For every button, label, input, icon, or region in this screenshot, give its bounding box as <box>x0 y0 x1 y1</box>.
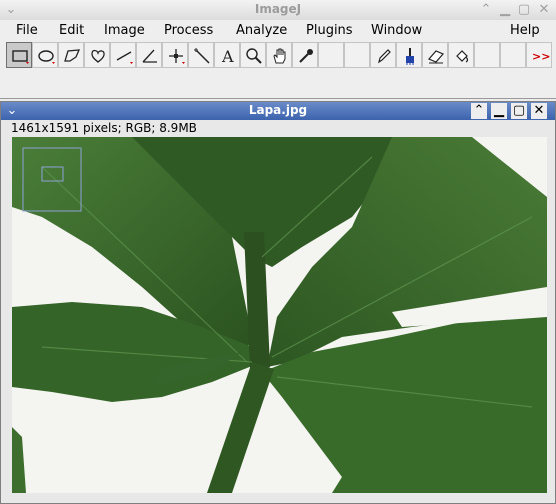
text-tool-icon: A <box>221 47 234 66</box>
image-canvas[interactable] <box>12 137 547 493</box>
wand-tool[interactable] <box>188 42 214 68</box>
image-window: ⌄ Lapa.jpg ⌃ ▁ ▢ ✕ 1461x1591 pixels; RGB… <box>0 101 556 504</box>
color-picker-tool[interactable] <box>292 42 318 68</box>
svg-text:>>: >> <box>532 50 550 63</box>
rectangle-selection-icon <box>12 50 29 64</box>
paintbrush-tool[interactable] <box>396 42 422 68</box>
chevron-up-icon[interactable]: ⌃ <box>478 2 494 18</box>
more-tools-icon: >> <box>532 50 550 63</box>
pencil-icon <box>378 49 391 64</box>
menu-analyze[interactable]: Analyze <box>233 22 290 40</box>
eraser-tool[interactable] <box>422 42 448 68</box>
line-selection-icon <box>116 51 133 64</box>
main-titlebar[interactable]: ⌄ ImageJ ⌃ ▁ ▢ ✕ <box>0 0 556 21</box>
freehand-selection-tool[interactable] <box>84 42 110 68</box>
pencil-tool[interactable] <box>370 42 396 68</box>
rectangle-selection-tool[interactable] <box>6 42 32 68</box>
oval-selection-icon <box>38 50 55 64</box>
close-icon[interactable]: ✕ <box>531 103 547 119</box>
app-title: ImageJ <box>254 2 302 16</box>
menu-plugins[interactable]: Plugins <box>303 22 356 40</box>
image-titlebar[interactable]: ⌄ Lapa.jpg ⌃ ▁ ▢ ✕ <box>1 102 555 120</box>
leaf-photo-image <box>12 137 547 493</box>
menu-edit[interactable]: Edit <box>56 22 87 40</box>
angle-tool-icon <box>142 49 157 63</box>
oval-selection-tool[interactable] <box>32 42 58 68</box>
imagej-main-window: ⌄ ImageJ ⌃ ▁ ▢ ✕ File Edit Image Process… <box>0 0 556 99</box>
polygon-selection-icon <box>64 49 81 62</box>
text-tool[interactable]: A <box>214 42 240 68</box>
line-selection-tool[interactable] <box>110 42 136 68</box>
paintbrush-icon <box>406 48 414 65</box>
empty-tool-slot <box>318 42 344 68</box>
empty-tool-slot <box>474 42 500 68</box>
menu-help[interactable]: Help <box>507 22 543 40</box>
menu-window[interactable]: Window <box>368 22 425 40</box>
point-tool[interactable] <box>162 42 188 68</box>
color-picker-icon <box>299 49 313 63</box>
eraser-icon <box>428 50 444 64</box>
menu-image[interactable]: Image <box>101 22 148 40</box>
chevron-up-icon[interactable]: ⌃ <box>471 103 487 119</box>
angle-tool[interactable] <box>136 42 162 68</box>
empty-tool-slot <box>344 42 370 68</box>
freehand-selection-icon <box>91 49 105 63</box>
tool-bar: A >> <box>4 42 554 70</box>
zoom-tool[interactable] <box>240 42 266 68</box>
menu-file[interactable]: File <box>13 22 41 40</box>
wand-tool-icon <box>194 48 210 64</box>
scrolling-tool[interactable] <box>266 42 292 68</box>
more-tools-button[interactable]: >> <box>526 42 552 68</box>
image-info-text: 1461x1591 pixels; RGB; 8.9MB <box>11 121 197 135</box>
close-icon[interactable]: ✕ <box>536 2 552 18</box>
minimize-icon[interactable]: ▁ <box>491 103 507 119</box>
minimize-icon[interactable]: ▁ <box>497 2 513 18</box>
scrolling-hand-icon <box>273 48 286 64</box>
menu-bar: File Edit Image Process Analyze Plugins … <box>0 20 556 42</box>
flood-fill-icon <box>456 50 469 63</box>
point-tool-icon <box>169 49 185 64</box>
maximize-icon[interactable]: ▢ <box>516 2 532 18</box>
empty-tool-slot <box>500 42 526 68</box>
maximize-icon[interactable]: ▢ <box>511 103 527 119</box>
magnifying-glass-icon <box>246 48 262 64</box>
svg-text:A: A <box>221 47 234 66</box>
polygon-selection-tool[interactable] <box>58 42 84 68</box>
status-bar <box>4 72 552 94</box>
menu-process[interactable]: Process <box>161 22 216 40</box>
flood-fill-tool[interactable] <box>448 42 474 68</box>
